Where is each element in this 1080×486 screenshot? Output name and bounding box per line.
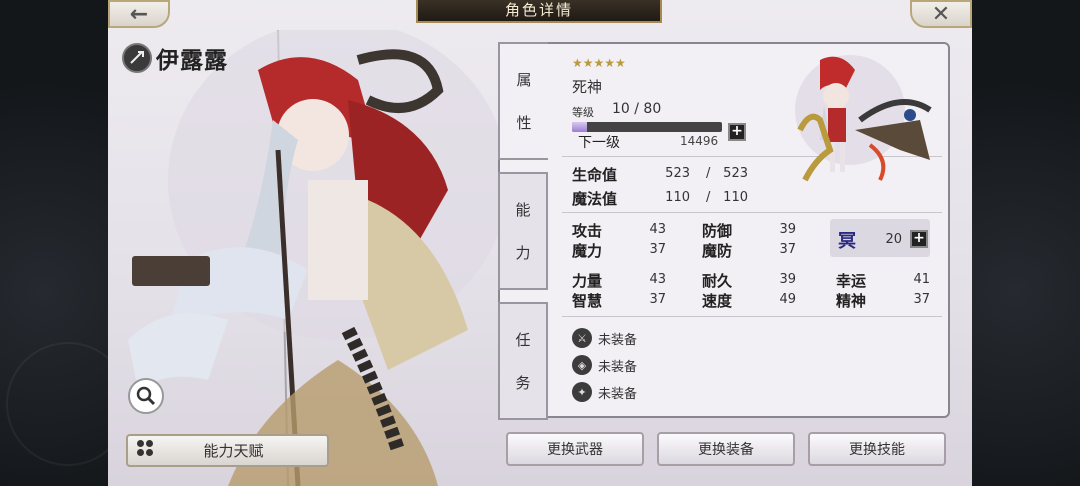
armor-icon: ◈ [572, 355, 592, 375]
left-backdrop [0, 0, 130, 486]
stat-spd-label: 速度 [702, 292, 733, 310]
back-arrow-icon: ← [129, 1, 149, 27]
element-affinity-value: 20 [885, 232, 902, 247]
ability-talent-label: 能力天赋 [203, 442, 264, 460]
class-emblem-icon [122, 43, 152, 73]
stat-end-label: 耐久 [702, 272, 733, 290]
character-info-panel: 属性 能力 任务 ★★★★★ 死神 等级 10 / 80 下一级 14496 +… [498, 42, 950, 420]
stat-atk-label: 攻击 [572, 222, 603, 240]
stat-luk-label: 幸运 [836, 272, 867, 290]
next-level-label: 下一级 [578, 135, 620, 151]
stat-spi-label: 精神 [836, 292, 867, 310]
character-artwork [128, 30, 508, 486]
tab-attributes[interactable]: 属性 [498, 42, 548, 160]
stat-int-label: 智慧 [572, 292, 603, 310]
stat-mdef-label: 魔防 [702, 242, 733, 260]
level-value: 10 / 80 [612, 101, 662, 117]
level-label: 等级 [572, 106, 594, 119]
tab-abilities[interactable]: 能力 [498, 172, 548, 290]
divider [562, 212, 942, 213]
stat-luk-value: 41 [913, 272, 930, 287]
experience-fill [572, 122, 587, 132]
skill-star-icon: ✦ [572, 382, 592, 402]
character-name: 伊露露 [156, 48, 228, 74]
mp-current: 110 [665, 190, 690, 205]
change-weapon-button[interactable]: 更换武器 [506, 432, 644, 466]
stat-spd-value: 49 [779, 292, 796, 307]
weapon-slot-label: 未装备 [598, 332, 638, 348]
hp-label: 生命值 [572, 166, 618, 184]
close-icon: ✕ [931, 1, 951, 27]
character-detail-screen: ← 角色详情 ✕ 伊露露 能力天赋 属性 能力 任务 ★★★★★ 死神 等级 1… [108, 0, 972, 486]
stat-str-label: 力量 [572, 272, 603, 290]
experience-bar [572, 122, 722, 132]
stat-atk-value: 43 [649, 222, 666, 237]
stat-str-value: 43 [649, 272, 666, 287]
tab-quests[interactable]: 任务 [498, 302, 548, 420]
stat-end-value: 39 [779, 272, 796, 287]
skill-slot-label: 未装备 [598, 386, 638, 402]
back-button[interactable]: ← [108, 0, 170, 28]
stat-spi-value: 37 [913, 292, 930, 307]
armor-slot[interactable]: ◈ 未装备 [572, 355, 637, 375]
magnifier-icon [136, 386, 156, 406]
mp-max: 110 [723, 190, 748, 205]
talent-grid-icon [136, 439, 158, 462]
divider [562, 316, 942, 317]
stat-mdef-value: 37 [779, 242, 796, 257]
weapon-icon: ⚔ [572, 328, 592, 348]
hp-max: 523 [723, 166, 748, 181]
mp-label: 魔法值 [572, 190, 618, 208]
stat-int-value: 37 [649, 292, 666, 307]
ability-talent-button[interactable]: 能力天赋 [126, 434, 329, 467]
armor-slot-label: 未装备 [598, 359, 638, 375]
hp-current: 523 [665, 166, 690, 181]
change-equipment-button[interactable]: 更换装备 [657, 432, 795, 466]
page-title: 角色详情 [416, 0, 662, 23]
next-level-exp: 14496 [680, 134, 719, 148]
stat-mag-value: 37 [649, 242, 666, 257]
level-up-plus-button[interactable]: + [728, 123, 746, 141]
stat-def-label: 防御 [702, 222, 733, 240]
character-name-bar: 伊露露 [122, 42, 228, 74]
dark-element-icon: 冥 [838, 231, 856, 252]
element-plus-button[interactable]: + [910, 230, 928, 248]
panel-tabs: 属性 能力 任务 [498, 42, 548, 420]
change-skill-button[interactable]: 更换技能 [808, 432, 946, 466]
stat-def-value: 39 [779, 222, 796, 237]
stat-mag-label: 魔力 [572, 242, 603, 260]
rarity-stars: ★★★★★ [572, 56, 626, 70]
zoom-artwork-button[interactable] [128, 378, 164, 414]
character-chibi-preview [795, 55, 932, 182]
skill-slot[interactable]: ✦ 未装备 [572, 382, 637, 402]
right-backdrop [972, 0, 1080, 486]
character-class: 死神 [572, 78, 603, 96]
weapon-slot[interactable]: ⚔ 未装备 [572, 328, 637, 348]
close-button[interactable]: ✕ [910, 0, 972, 28]
